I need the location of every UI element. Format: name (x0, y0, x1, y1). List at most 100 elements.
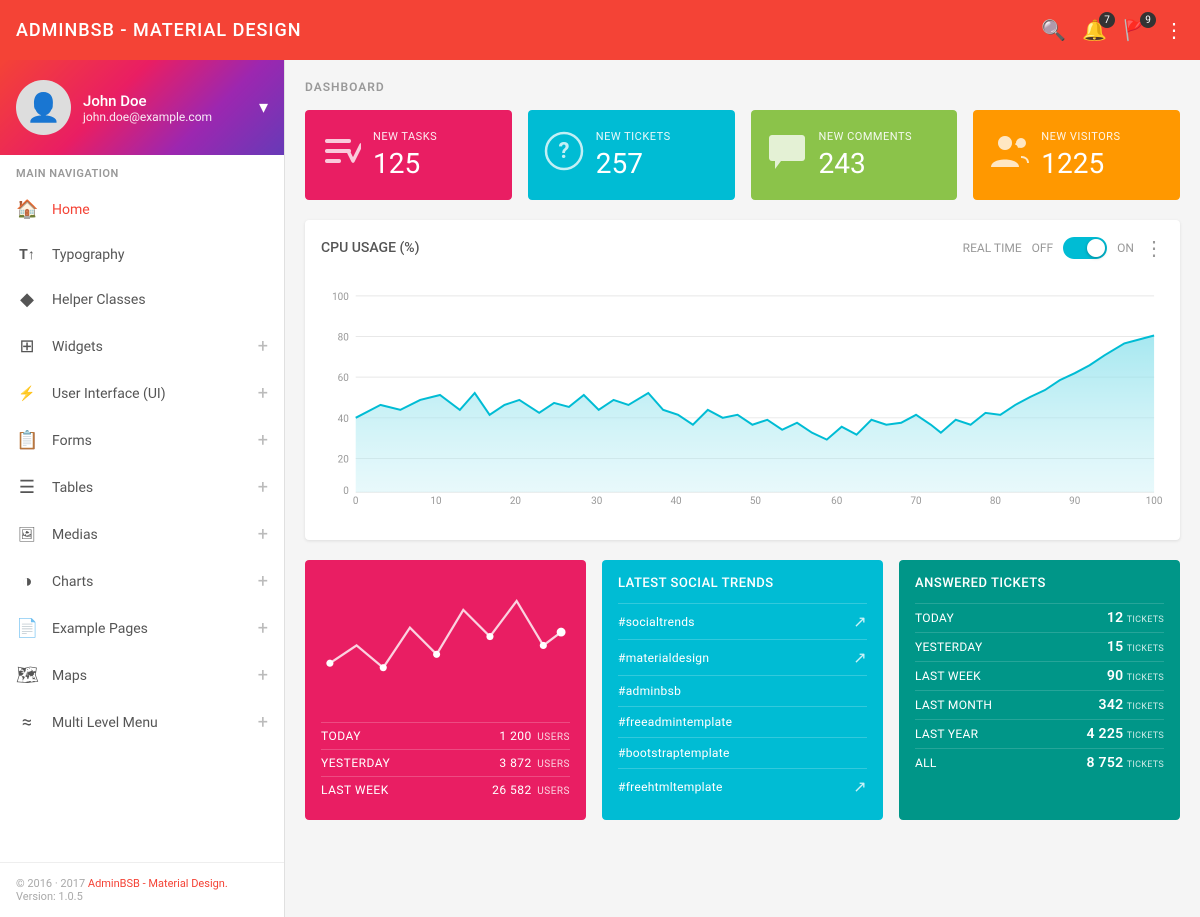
nav-section-label: MAIN NAVIGATION (0, 155, 284, 186)
ticket-count-lastyear: 4 225 TICKETS (1086, 726, 1164, 742)
chart-more-button[interactable]: ⋮ (1144, 236, 1164, 260)
lastweek-stat-row: LAST WEEK 26 582 USERS (321, 776, 570, 803)
profile-name: John Doe (83, 92, 247, 110)
comments-value: 243 (819, 147, 942, 180)
sidebar-item-typography[interactable]: T↑ Typography (0, 233, 284, 276)
trend-tag-3: #adminbsb (618, 684, 681, 698)
visitors-label: NEW VISITORS (1041, 130, 1164, 143)
cpu-usage-chart: 100 80 60 40 20 0 0 10 20 30 40 50 (321, 270, 1164, 520)
sidebar-item-example-pages[interactable]: 📄 Example Pages + (0, 605, 284, 652)
trend-row-6: #freehtmltemplate ↗ (618, 768, 867, 804)
yesterday-value: 3 872 USERS (499, 756, 570, 770)
footer-link[interactable]: AdminBSB - Material Design. (88, 877, 228, 890)
tables-icon: ☰ (16, 477, 38, 498)
stat-card-visitors: + NEW VISITORS 1225 (973, 110, 1180, 200)
sidebar-item-ui[interactable]: ⚡ User Interface (UI) + (0, 370, 284, 417)
more-menu-button[interactable]: ⋮ (1164, 18, 1184, 42)
maps-expand-icon[interactable]: + (258, 665, 268, 686)
sidebar-footer: © 2016 · 2017 AdminBSB - Material Design… (0, 862, 284, 917)
svg-text:100: 100 (332, 292, 349, 303)
sidebar-label-maps: Maps (52, 668, 87, 684)
comments-label: NEW COMMENTS (819, 130, 942, 143)
svg-text:90: 90 (1069, 496, 1080, 507)
social-trends-card: LATEST SOCIAL TRENDS #socialtrends ↗ #ma… (602, 560, 883, 820)
profile-chevron-icon[interactable]: ▾ (259, 97, 268, 118)
messages-button[interactable]: 🚩 9 (1123, 18, 1148, 42)
sidebar-item-charts[interactable]: ◑ Charts + (0, 558, 284, 605)
today-value: 1 200 USERS (499, 729, 570, 743)
topbar-icons: 🔍 🔔 7 🚩 9 ⋮ (1041, 18, 1184, 42)
sidebar-item-medias[interactable]: 🖼 Medias + (0, 511, 284, 558)
trend-row-4: #freeadmintemplate (618, 706, 867, 737)
ticket-row-all: ALL 8 752 TICKETS (915, 748, 1164, 777)
sidebar-label-example-pages: Example Pages (52, 621, 148, 637)
off-label: OFF (1032, 241, 1054, 255)
svg-text:0: 0 (353, 496, 359, 507)
widgets-expand-icon[interactable]: + (258, 336, 268, 357)
answered-tickets-card: ANSWERED TICKETS TODAY 12 TICKETS YESTER… (899, 560, 1180, 820)
ui-expand-icon[interactable]: + (258, 383, 268, 404)
svg-text:40: 40 (670, 496, 681, 507)
sidebar-label-charts: Charts (52, 574, 93, 590)
medias-icon: 🖼 (16, 527, 38, 543)
stat-card-tickets: ? NEW TICKETS 257 (528, 110, 735, 200)
ticket-label-all: ALL (915, 756, 937, 770)
tasks-value: 125 (373, 147, 496, 180)
svg-text:30: 30 (591, 496, 602, 507)
profile-info: John Doe john.doe@example.com (83, 92, 247, 124)
trend-tag-6: #freehtmltemplate (618, 780, 723, 794)
forms-expand-icon[interactable]: + (258, 430, 268, 451)
notifications-button[interactable]: 🔔 7 (1082, 18, 1107, 42)
comments-icon (767, 131, 807, 180)
profile-email: john.doe@example.com (83, 110, 247, 124)
example-expand-icon[interactable]: + (258, 618, 268, 639)
stat-card-tasks: NEW TASKS 125 (305, 110, 512, 200)
sidebar-item-helper-classes[interactable]: ◆ Helper Classes (0, 276, 284, 323)
on-label: ON (1117, 241, 1134, 255)
tickets-info: NEW TICKETS 257 (596, 130, 719, 180)
svg-text:40: 40 (338, 414, 349, 425)
lastweek-value: 26 582 USERS (492, 783, 570, 797)
realtime-toggle[interactable] (1063, 237, 1107, 259)
sidebar-label-medias: Medias (52, 527, 98, 543)
social-trends-title: LATEST SOCIAL TRENDS (618, 576, 867, 591)
trend-row-1: #socialtrends ↗ (618, 603, 867, 639)
search-button[interactable]: 🔍 (1041, 18, 1066, 42)
sidebar: 👤 John Doe john.doe@example.com ▾ MAIN N… (0, 60, 285, 917)
comments-info: NEW COMMENTS 243 (819, 130, 942, 180)
svg-text:70: 70 (910, 496, 921, 507)
svg-text:20: 20 (338, 454, 349, 465)
realtime-label: REAL TIME (963, 241, 1022, 255)
visitors-info: NEW VISITORS 1225 (1041, 130, 1164, 180)
multi-level-expand-icon[interactable]: + (258, 712, 268, 733)
medias-expand-icon[interactable]: + (258, 524, 268, 545)
tasks-icon (321, 131, 361, 180)
sidebar-item-maps[interactable]: 🗺 Maps + (0, 652, 284, 699)
ticket-row-lastweek: LAST WEEK 90 TICKETS (915, 661, 1164, 690)
sidebar-label-ui: User Interface (UI) (52, 386, 166, 402)
version-text: Version: 1.0.5 (16, 890, 268, 903)
ticket-row-lastmonth: LAST MONTH 342 TICKETS (915, 690, 1164, 719)
maps-icon: 🗺 (16, 665, 38, 686)
page-title: DASHBOARD (305, 80, 1180, 94)
sidebar-item-forms[interactable]: 📋 Forms + (0, 417, 284, 464)
sidebar-item-widgets[interactable]: ⊞ Widgets + (0, 323, 284, 370)
svg-text:80: 80 (990, 496, 1001, 507)
ticket-label-yesterday: YESTERDAY (915, 640, 982, 654)
trend-tag-1: #socialtrends (618, 615, 695, 629)
home-icon: 🏠 (16, 199, 38, 220)
svg-text:+: + (1015, 137, 1023, 153)
tables-expand-icon[interactable]: + (258, 477, 268, 498)
visitors-icon: + (989, 131, 1029, 180)
svg-text:0: 0 (343, 486, 349, 497)
sidebar-item-home[interactable]: 🏠 Home (0, 186, 284, 233)
charts-expand-icon[interactable]: + (258, 571, 268, 592)
sidebar-item-tables[interactable]: ☰ Tables + (0, 464, 284, 511)
sidebar-label-widgets: Widgets (52, 339, 103, 355)
sidebar-item-multi-level[interactable]: ≈ Multi Level Menu + (0, 699, 284, 746)
typography-icon: T↑ (16, 246, 38, 263)
ticket-row-today: TODAY 12 TICKETS (915, 603, 1164, 632)
stat-card-comments: NEW COMMENTS 243 (751, 110, 958, 200)
ui-icon: ⚡ (16, 386, 38, 402)
avatar: 👤 (16, 80, 71, 135)
